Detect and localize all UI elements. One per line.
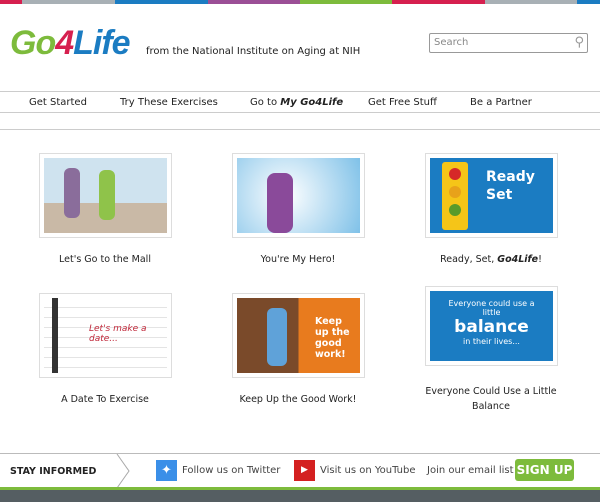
divider [0, 129, 600, 130]
hero-image [237, 158, 360, 233]
tagline: from the National Institute on Aging at … [146, 46, 361, 57]
title-part: Ready, Set, [440, 254, 498, 265]
card-hero-title[interactable]: You're My Hero! [208, 252, 388, 267]
balance-line2: balance [454, 317, 529, 337]
footer-dark-band [0, 490, 600, 502]
search-input[interactable]: Search ⚲ [429, 33, 588, 53]
youtube-link[interactable]: Visit us on YouTube [320, 465, 416, 476]
twitter-link[interactable]: Follow us on Twitter [182, 465, 280, 476]
set-text: Set [486, 187, 513, 203]
logo-four: 4 [55, 24, 74, 62]
nav-free-stuff[interactable]: Get Free Stuff [368, 97, 437, 108]
card-balance[interactable]: Everyone could use a little balance in t… [425, 286, 558, 366]
nav-try-exercises[interactable]: Try These Exercises [120, 97, 218, 108]
main-nav: Get Started Try These Exercises Go to My… [0, 91, 600, 113]
nav-prefix: Go to [250, 97, 281, 108]
search-icon[interactable]: ⚲ [574, 35, 584, 50]
card-hero[interactable] [232, 153, 365, 238]
traffic-light-image: Ready Set [430, 158, 553, 233]
youtube-icon[interactable]: ▶ [294, 460, 315, 481]
card-balance-title[interactable]: Everyone Could Use a Little Balance [401, 384, 581, 414]
title-em: Go4Life [497, 254, 539, 265]
date-text: Let's make a date... [89, 324, 147, 344]
card-ready-set[interactable]: Ready Set [425, 153, 558, 238]
nav-get-started[interactable]: Get Started [29, 97, 87, 108]
balance-line3: in their lives... [463, 337, 520, 346]
stay-informed-label: STAY INFORMED [10, 466, 97, 477]
footer-bar: STAY INFORMED ✦ Follow us on Twitter ▶ V… [0, 453, 600, 490]
logo-life: Life [73, 24, 130, 62]
sign-up-button[interactable]: SIGN UP [515, 459, 574, 481]
title-end: ! [538, 254, 542, 265]
card-date-title[interactable]: A Date To Exercise [15, 392, 195, 407]
email-label: Join our email list! [427, 465, 518, 476]
calendar-image: Let's make a date... [44, 298, 167, 373]
mall-image [44, 158, 167, 233]
nav-partner[interactable]: Be a Partner [470, 97, 532, 108]
logo-go: Go [10, 24, 56, 62]
balance-line1: Everyone could use a little [448, 299, 535, 317]
good-work-text: Keep up the good work! [315, 316, 350, 360]
chevron-divider-icon [116, 454, 130, 488]
color-bar [0, 0, 600, 4]
good-work-image: Keep up the good work! [237, 298, 360, 373]
nav-my-go4life[interactable]: Go to My Go4Life [250, 97, 343, 108]
card-ready-title[interactable]: Ready, Set, Go4Life! [401, 252, 581, 267]
card-good-work-title[interactable]: Keep Up the Good Work! [208, 392, 388, 407]
card-good-work[interactable]: Keep up the good work! [232, 293, 365, 378]
card-date[interactable]: Let's make a date... [39, 293, 172, 378]
ready-text: Ready [486, 169, 535, 185]
card-mall[interactable] [39, 153, 172, 238]
card-mall-title[interactable]: Let's Go to the Mall [15, 252, 195, 267]
search-placeholder: Search [434, 37, 469, 48]
go4life-logo[interactable]: Go4Life [10, 24, 131, 63]
twitter-icon[interactable]: ✦ [156, 460, 177, 481]
nav-label: My Go4Life [280, 97, 344, 108]
balance-image: Everyone could use a little balance in t… [430, 291, 553, 361]
